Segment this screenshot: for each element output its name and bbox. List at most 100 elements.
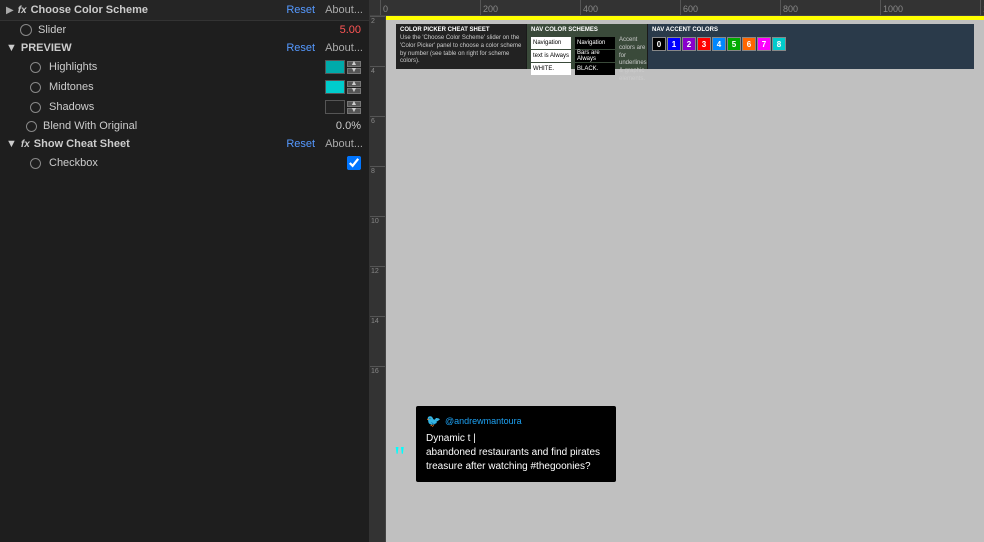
preview-reset[interactable]: Reset bbox=[286, 42, 315, 54]
blend-value: 0.0% bbox=[336, 120, 361, 132]
tweet-card: 🐦 @andrewmantoura Dynamic t | abandoned … bbox=[416, 406, 616, 482]
nav-cell-dark: Navigation bbox=[575, 37, 615, 49]
accent-swatch-3[interactable]: 3 bbox=[697, 37, 711, 51]
nav-cell-dark3: BLACK. bbox=[575, 63, 615, 75]
tweet-line3: treasure after watching #thegoonies? bbox=[426, 460, 606, 474]
yellow-bar bbox=[386, 16, 984, 20]
tweet-header: 🐦 @andrewmantoura bbox=[426, 414, 606, 428]
accent-swatch-7[interactable]: 7 bbox=[757, 37, 771, 51]
side-mark-4: 4 bbox=[370, 66, 385, 116]
blend-row: Blend With Original 0.0% bbox=[0, 117, 369, 135]
midtones-arrows: ▲ ▼ bbox=[347, 81, 361, 94]
cheatsheet-header: ▼ fx Show Cheat Sheet Reset About... bbox=[0, 135, 369, 153]
side-mark-2: 2 bbox=[370, 16, 385, 66]
preview-header: ▼ PREVIEW Reset About... bbox=[0, 39, 369, 57]
timeline-ruler: 0 200 400 600 800 1000 1200 1400 1600 18… bbox=[370, 0, 984, 16]
shadows-arrows: ▲ ▼ bbox=[347, 101, 361, 114]
midtones-arrow-down[interactable]: ▼ bbox=[347, 88, 361, 94]
highlights-arrow-down[interactable]: ▼ bbox=[347, 68, 361, 74]
accent-swatch-2[interactable]: 2 bbox=[682, 37, 696, 51]
midtones-icon bbox=[30, 82, 41, 93]
cheat-sheet-overlay: COLOR PICKER CHEAT SHEET Use the 'Choose… bbox=[396, 24, 974, 69]
blend-label: Blend With Original bbox=[43, 120, 330, 132]
choose-color-scheme-reset[interactable]: Reset bbox=[286, 4, 315, 16]
ruler-mark-200: 200 bbox=[480, 0, 580, 15]
cs-nav-title: NAV COLOR SCHEMES bbox=[531, 27, 643, 33]
twitter-icon: 🐦 bbox=[426, 414, 441, 428]
highlights-swatch-group: ▲ ▼ bbox=[325, 60, 361, 74]
cs-nav-section: NAV COLOR SCHEMES Navigation text is Alw… bbox=[527, 24, 647, 69]
midtones-arrow-up[interactable]: ▲ bbox=[347, 81, 361, 87]
shadows-icon bbox=[30, 102, 41, 113]
shadows-arrow-down[interactable]: ▼ bbox=[347, 108, 361, 114]
accent-swatch-0[interactable]: 0 bbox=[652, 37, 666, 51]
shadows-swatch-group: ▲ ▼ bbox=[325, 100, 361, 114]
nav-col-3: Accent colors are for underlines & graph… bbox=[619, 37, 647, 84]
accent-swatch-8[interactable]: 8 bbox=[772, 37, 786, 51]
shadows-swatch[interactable] bbox=[325, 100, 345, 114]
nav-cell-white2: text is Always bbox=[531, 50, 571, 62]
cs-picker-body: Use the 'Choose Color Scheme' slider on … bbox=[400, 35, 522, 66]
accent-swatch-5[interactable]: 5 bbox=[727, 37, 741, 51]
canvas-area: 2 4 6 8 10 12 14 16 COLOR PICKER CHEAT S… bbox=[370, 16, 984, 542]
slider-row: Slider 5.00 bbox=[0, 21, 369, 39]
highlights-arrow-up[interactable]: ▲ bbox=[347, 61, 361, 67]
canvas-content[interactable]: COLOR PICKER CHEAT SHEET Use the 'Choose… bbox=[386, 16, 984, 542]
cheatsheet-arrow[interactable]: ▼ bbox=[6, 138, 17, 150]
side-mark-16: 16 bbox=[370, 366, 385, 416]
nav-col-1: Navigation text is Always WHITE. bbox=[531, 37, 571, 84]
cs-accent-section: NAV ACCENT COLORS 0 1 2 3 4 5 6 7 8 bbox=[648, 24, 974, 69]
accent-swatch-1[interactable]: 1 bbox=[667, 37, 681, 51]
side-mark-12: 12 bbox=[370, 266, 385, 316]
choose-color-scheme-about[interactable]: About... bbox=[325, 4, 363, 16]
accent-swatch-4[interactable]: 4 bbox=[712, 37, 726, 51]
right-panel: 0 200 400 600 800 1000 1200 1400 1600 18… bbox=[370, 0, 984, 542]
nav-accent-desc: Accent colors are for underlines & graph… bbox=[619, 37, 647, 84]
tweet-username: @andrewmantoura bbox=[445, 416, 522, 426]
side-mark-14: 14 bbox=[370, 316, 385, 366]
ruler-marks: 0 200 400 600 800 1000 1200 1400 1600 18… bbox=[370, 0, 984, 15]
nav-col-2: Navigation Bars are Always BLACK. bbox=[575, 37, 615, 84]
ruler-mark-1000: 1000 bbox=[880, 0, 980, 15]
nav-cell-white: Navigation bbox=[531, 37, 571, 49]
preview-arrow[interactable]: ▼ bbox=[6, 42, 17, 54]
nav-table: Navigation text is Always WHITE. Navigat… bbox=[531, 37, 643, 84]
highlights-label: Highlights bbox=[49, 61, 317, 73]
checkbox-input[interactable] bbox=[347, 156, 361, 170]
shadows-row: Shadows ▲ ▼ bbox=[0, 97, 369, 117]
nav-cell-white3: WHITE. bbox=[531, 63, 571, 75]
checkbox-row: Checkbox bbox=[0, 153, 369, 173]
left-panel: ▶ fx Choose Color Scheme Reset About... … bbox=[0, 0, 370, 542]
choose-color-scheme-arrow[interactable]: ▶ bbox=[6, 5, 14, 16]
ruler-mark-400: 400 bbox=[580, 0, 680, 15]
slider-value: 5.00 bbox=[340, 24, 361, 36]
cheatsheet-reset[interactable]: Reset bbox=[286, 138, 315, 150]
cs-accent-title: NAV ACCENT COLORS bbox=[652, 27, 970, 33]
cheatsheet-about[interactable]: About... bbox=[325, 138, 363, 150]
preview-title: PREVIEW bbox=[21, 42, 282, 54]
slider-icon bbox=[20, 24, 32, 36]
highlights-icon bbox=[30, 62, 41, 73]
cs-picker-title: COLOR PICKER CHEAT SHEET bbox=[400, 27, 522, 33]
cs-picker-section: COLOR PICKER CHEAT SHEET Use the 'Choose… bbox=[396, 24, 526, 69]
fx-badge-2: fx bbox=[21, 139, 30, 150]
tweet-line2: abandoned restaurants and find pirates bbox=[426, 446, 606, 460]
midtones-swatch[interactable] bbox=[325, 80, 345, 94]
highlights-swatch[interactable] bbox=[325, 60, 345, 74]
accent-swatch-6[interactable]: 6 bbox=[742, 37, 756, 51]
slider-label: Slider bbox=[38, 24, 66, 36]
choose-color-scheme-header: ▶ fx Choose Color Scheme Reset About... bbox=[0, 0, 369, 21]
ruler-mark-800: 800 bbox=[780, 0, 880, 15]
preview-about[interactable]: About... bbox=[325, 42, 363, 54]
ruler-mark-600: 600 bbox=[680, 0, 780, 15]
side-mark-8: 8 bbox=[370, 166, 385, 216]
blend-icon bbox=[26, 121, 37, 132]
shadows-arrow-up[interactable]: ▲ bbox=[347, 101, 361, 107]
nav-cell-dark2: Bars are Always bbox=[575, 50, 615, 62]
highlights-row: Highlights ▲ ▼ bbox=[0, 57, 369, 77]
cheatsheet-title: Show Cheat Sheet bbox=[34, 138, 283, 150]
midtones-swatch-group: ▲ ▼ bbox=[325, 80, 361, 94]
checkbox-label: Checkbox bbox=[49, 157, 339, 169]
side-mark-6: 6 bbox=[370, 116, 385, 166]
shadows-label: Shadows bbox=[49, 101, 317, 113]
